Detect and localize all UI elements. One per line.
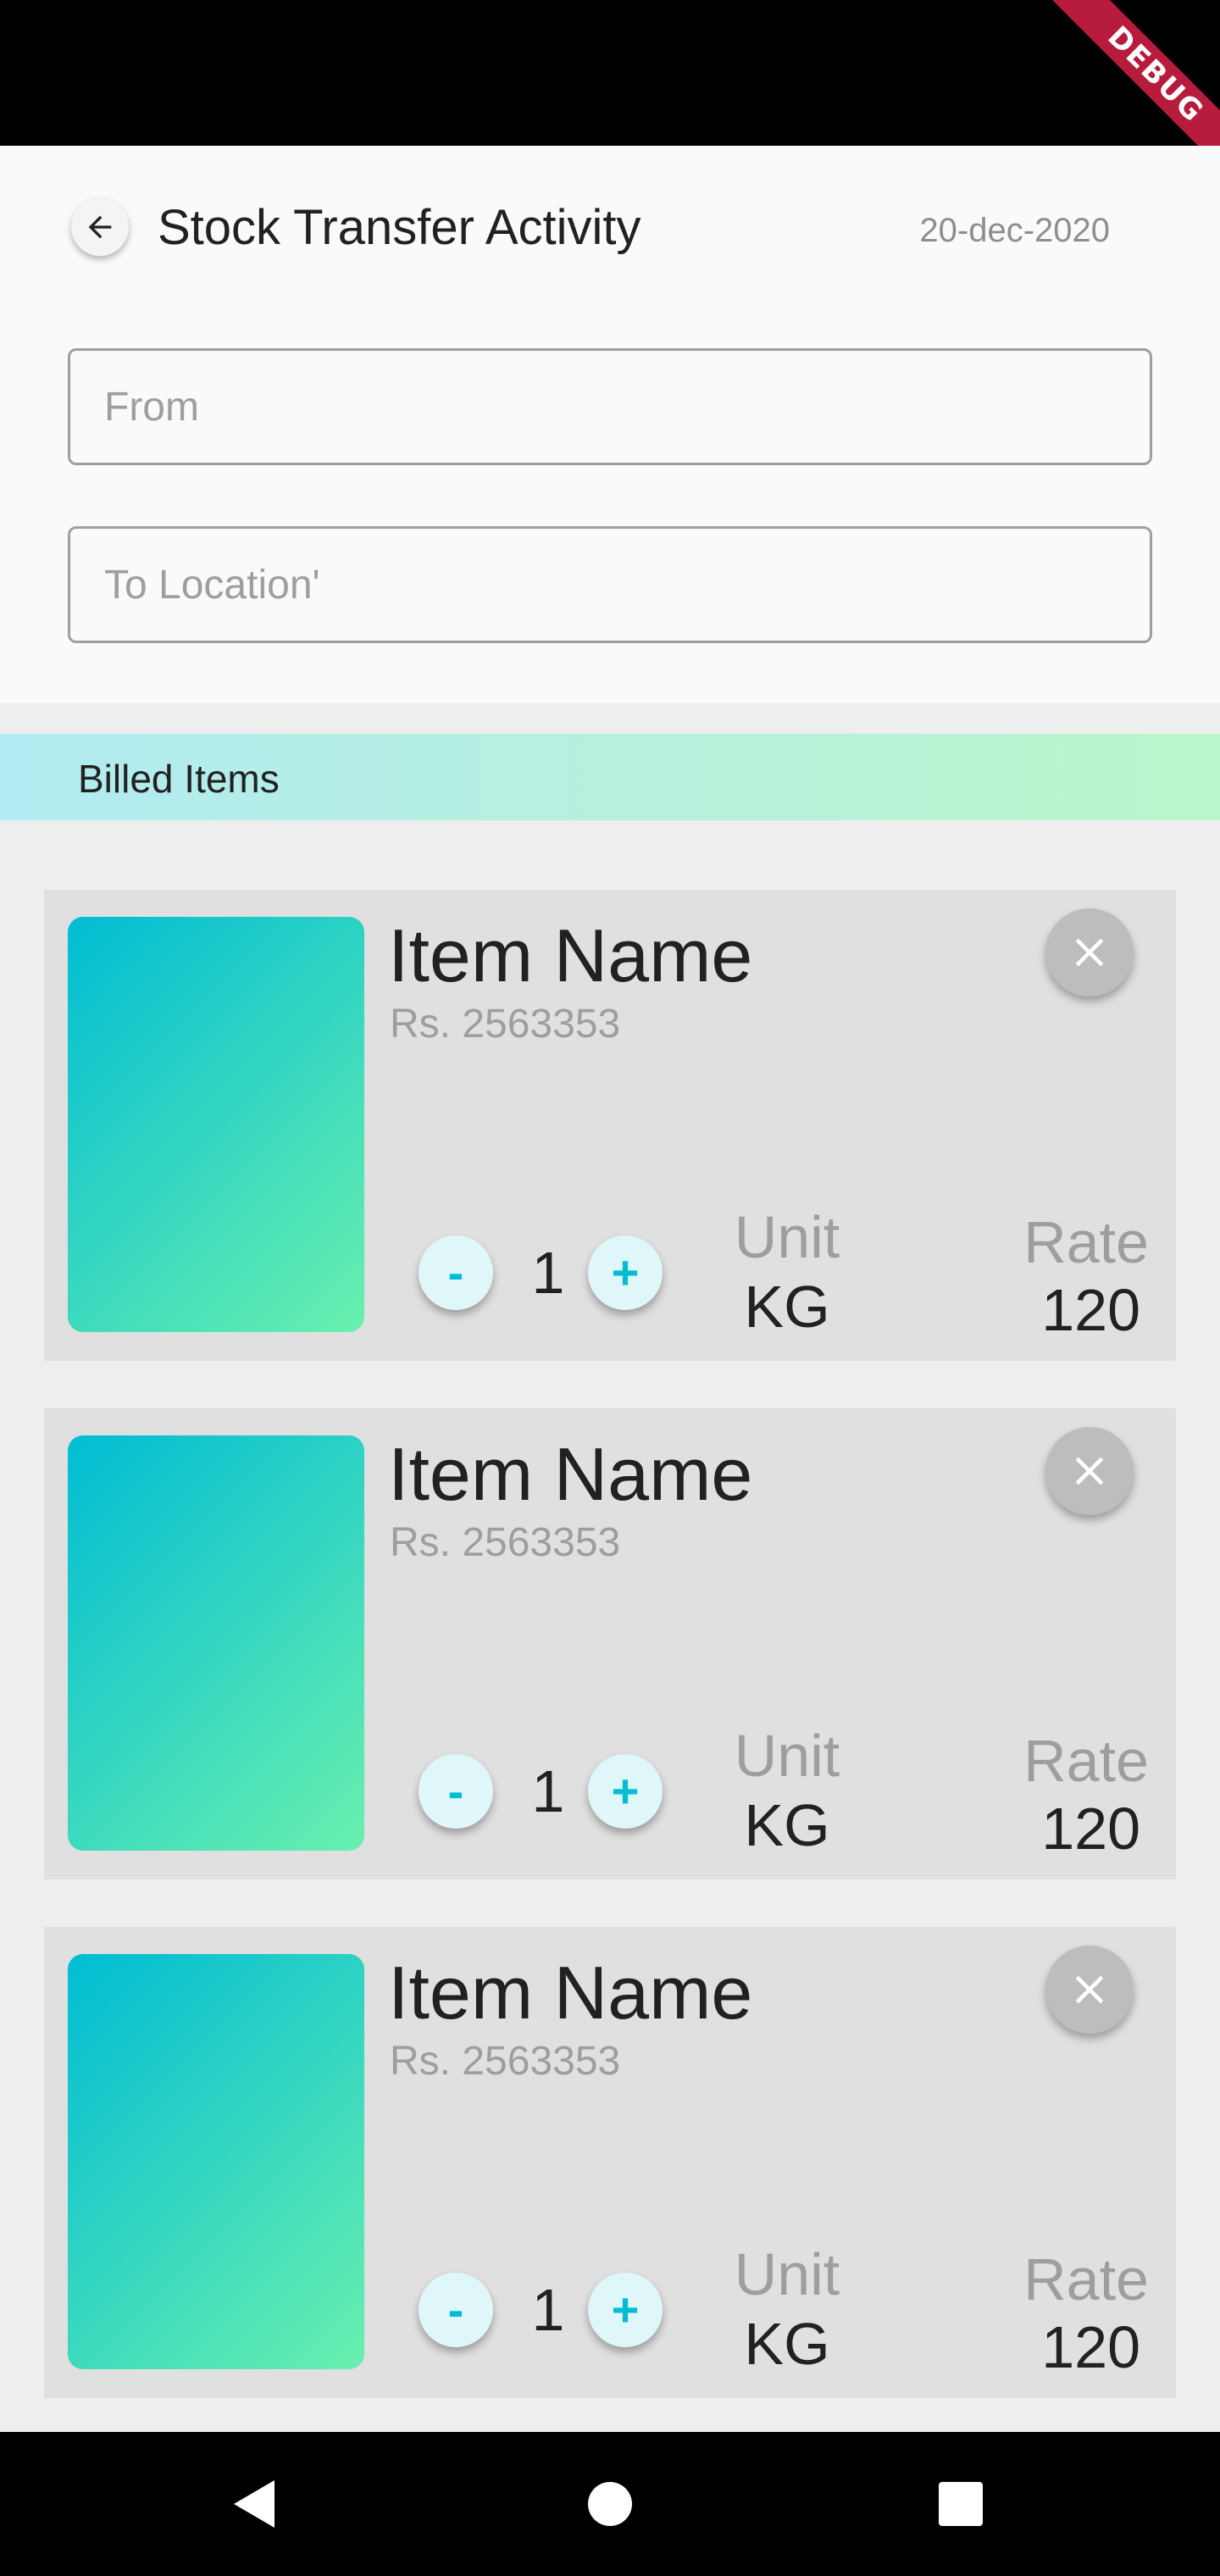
remove-item-button[interactable] <box>1045 1946 1134 2034</box>
item-image <box>68 1435 364 1851</box>
page-title: Stock Transfer Activity <box>158 200 641 255</box>
unit-value: KG <box>744 2311 830 2377</box>
remove-item-button[interactable] <box>1045 1427 1134 1515</box>
quantity-value: 1 <box>531 2277 565 2343</box>
close-icon <box>1066 1966 1113 2013</box>
rate-label: Rate <box>1023 1209 1149 1275</box>
to-location-field[interactable] <box>68 526 1152 643</box>
square-recents-icon <box>938 2481 984 2527</box>
quantity-value: 1 <box>531 1758 565 1824</box>
item-price: Rs. 2563353 <box>390 1002 621 1046</box>
item-card: Item Name Rs. 2563353 - 1 + Unit KG Rate… <box>44 890 1176 1361</box>
item-price: Rs. 2563353 <box>390 1520 621 1565</box>
from-field[interactable] <box>68 348 1152 465</box>
remove-item-button[interactable] <box>1045 908 1134 997</box>
rate-value: 120 <box>1041 1277 1140 1343</box>
rate-label: Rate <box>1023 1728 1149 1794</box>
arrow-back-icon <box>83 210 117 244</box>
unit-label: Unit <box>734 1204 840 1270</box>
rate-label: Rate <box>1023 2246 1149 2312</box>
close-icon <box>1066 929 1113 976</box>
item-price: Rs. 2563353 <box>390 2039 621 2084</box>
item-name: Item Name <box>388 1432 753 1516</box>
item-card: Item Name Rs. 2563353 - 1 + Unit KG Rate… <box>44 1408 1176 1879</box>
decrease-quantity-button[interactable]: - <box>419 1754 493 1829</box>
status-bar: DEBUG <box>0 0 1220 146</box>
decrease-quantity-button[interactable]: - <box>419 1235 493 1310</box>
billed-items-banner: Billed Items <box>0 734 1220 820</box>
rate-value: 120 <box>1041 2314 1140 2380</box>
to-location-input[interactable] <box>70 529 1150 641</box>
from-input[interactable] <box>70 351 1150 463</box>
item-image <box>68 917 364 1332</box>
date-label: 20-dec-2020 <box>919 212 1110 249</box>
quantity-value: 1 <box>531 1240 565 1306</box>
billed-items-label: Billed Items <box>78 757 280 801</box>
circle-home-icon <box>586 2480 634 2528</box>
item-image <box>68 1954 364 2369</box>
decrease-quantity-button[interactable]: - <box>419 2273 493 2347</box>
debug-banner: DEBUG <box>1051 0 1220 146</box>
increase-quantity-button[interactable]: + <box>588 1754 663 1829</box>
nav-back-button[interactable] <box>203 2432 305 2576</box>
triangle-back-icon <box>232 2479 276 2529</box>
header: Stock Transfer Activity 20-dec-2020 <box>0 146 1220 703</box>
nav-recents-button[interactable] <box>910 2432 1012 2576</box>
item-card: Item Name Rs. 2563353 - 1 + Unit KG Rate… <box>44 1927 1176 2398</box>
unit-value: KG <box>744 1792 830 1858</box>
unit-value: KG <box>744 1274 830 1340</box>
increase-quantity-button[interactable]: + <box>588 2273 663 2347</box>
item-name: Item Name <box>388 1951 753 2035</box>
nav-home-button[interactable] <box>559 2432 661 2576</box>
unit-label: Unit <box>734 2241 840 2307</box>
navigation-bar <box>0 2432 1220 2576</box>
item-name: Item Name <box>388 913 753 997</box>
increase-quantity-button[interactable]: + <box>588 1235 663 1310</box>
close-icon <box>1066 1447 1113 1495</box>
unit-label: Unit <box>734 1723 840 1789</box>
rate-value: 120 <box>1041 1796 1140 1862</box>
back-button[interactable] <box>71 198 129 256</box>
